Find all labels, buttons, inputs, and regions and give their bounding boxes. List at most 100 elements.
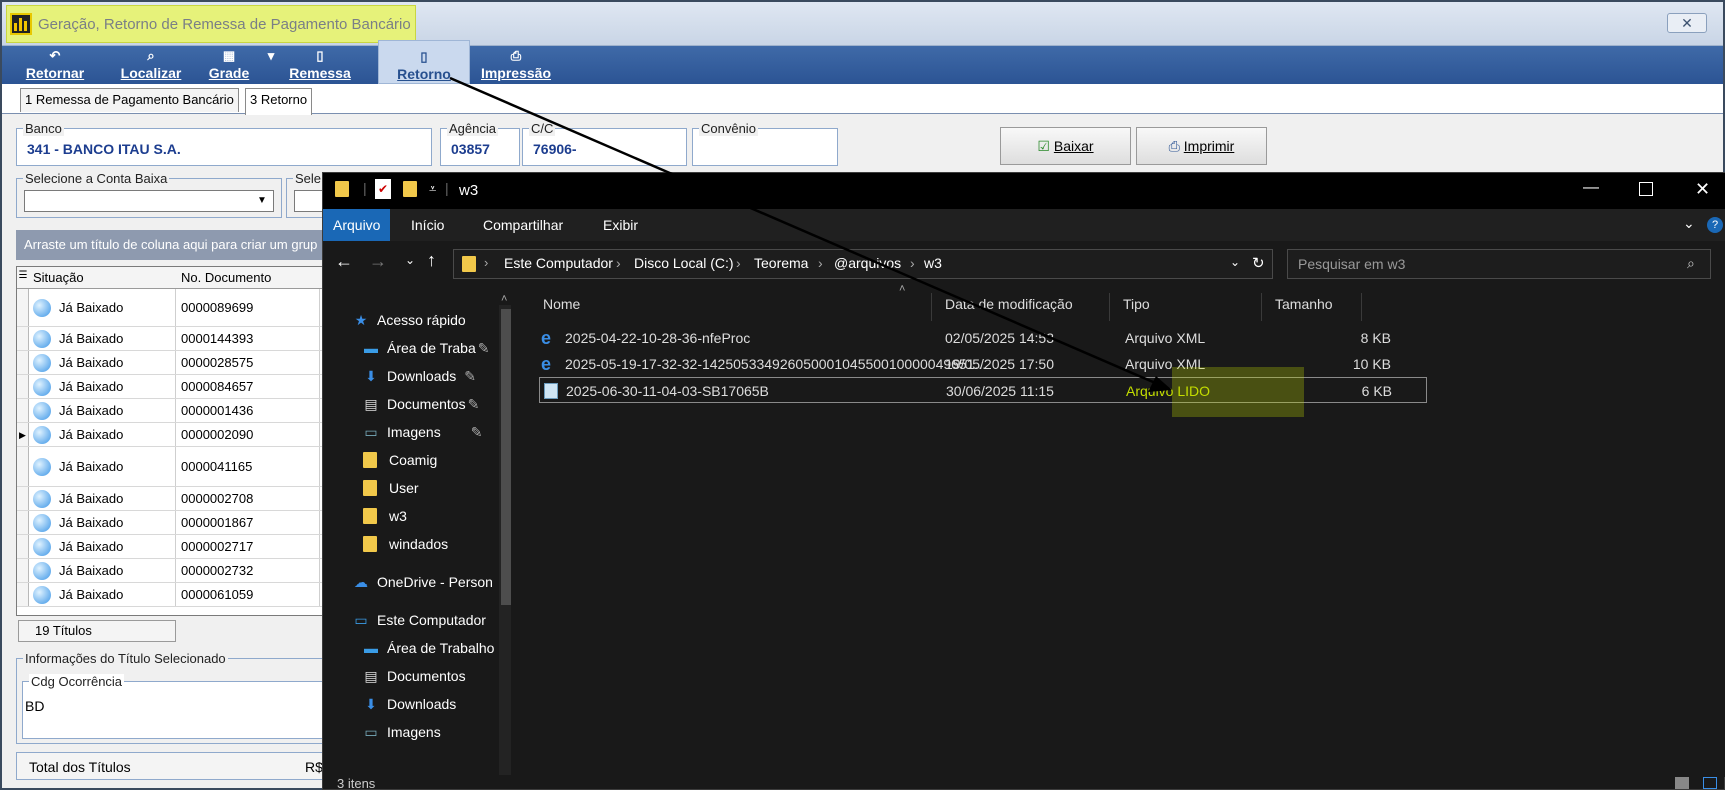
crumb-este-computador[interactable]: Este Computador	[504, 255, 613, 271]
col-tipo[interactable]: Tipo	[1123, 287, 1150, 321]
ribbon-tab-compartilhar[interactable]: Compartilhar	[473, 209, 573, 241]
grade-button[interactable]: ▦ Grade	[204, 46, 254, 84]
printer-icon: ⎙	[1168, 138, 1180, 154]
nav-scrollbar-thumb[interactable]	[501, 309, 511, 605]
cell-situacao: Já Baixado	[59, 539, 124, 554]
nav-documentos-2[interactable]: ▤ Documentos	[361, 663, 465, 689]
nav-coamig[interactable]: Coamig	[363, 447, 437, 473]
table-row[interactable]: Já Baixado 0000144393	[17, 327, 335, 351]
cdg-ocorrencia-field[interactable]: Cdg Ocorrência BD	[22, 674, 332, 739]
baixar-button[interactable]: ☑ Baixar	[1000, 127, 1131, 165]
table-row[interactable]: Já Baixado 0000002732	[17, 559, 335, 583]
col-documento[interactable]: No. Documento	[181, 270, 271, 285]
table-row[interactable]: Já Baixado 0000028575	[17, 351, 335, 375]
nav-w3[interactable]: w3	[363, 503, 407, 529]
back-icon[interactable]: ←	[335, 251, 353, 272]
nav-imagens-2[interactable]: ▭ Imagens	[361, 719, 440, 745]
minimize-icon[interactable]: —	[1583, 179, 1599, 197]
table-row[interactable]: Já Baixado 0000001867	[17, 511, 335, 535]
document-icon: ▯	[420, 49, 428, 64]
tab-strip: 1 Remessa de Pagamento Bancário 3 Retorn…	[2, 84, 1723, 115]
nav-imagens[interactable]: ▭ Imagens ✎	[361, 419, 482, 445]
nav-este-computador[interactable]: ▭ Este Computador	[351, 607, 486, 633]
search-icon: ⌕	[1687, 255, 1695, 271]
table-row[interactable]: Já Baixado 0000002708	[17, 487, 335, 511]
col-nome[interactable]: Nome	[543, 287, 580, 321]
new-folder-icon[interactable]	[403, 181, 417, 197]
table-row[interactable]: ▶ Já Baixado 0000002090	[17, 423, 335, 447]
forward-icon[interactable]: →	[369, 251, 387, 272]
ribbon-tab-inicio[interactable]: Início	[401, 209, 454, 241]
nav-area-trabalho-2[interactable]: ▬ Área de Trabalho	[361, 635, 494, 661]
table-row[interactable]: Já Baixado 0000084657	[17, 375, 335, 399]
ribbon-tab-arquivo[interactable]: Arquivo	[323, 209, 391, 241]
nav-user[interactable]: User	[363, 475, 419, 501]
refresh-icon[interactable]: ↻	[1252, 254, 1265, 272]
table-row[interactable]: Já Baixado 0000001436	[17, 399, 335, 423]
maximize-icon[interactable]	[1639, 182, 1653, 196]
nav-documentos[interactable]: ▤ Documentos ✎	[361, 391, 479, 417]
agencia-field[interactable]: Agência 03857	[440, 121, 520, 166]
cell-situacao: Já Baixado	[59, 355, 124, 370]
banco-field[interactable]: Banco 341 - BANCO ITAU S.A.	[16, 121, 432, 166]
nav-acesso-rapido[interactable]: ★ Acesso rápido	[351, 307, 466, 333]
cc-field[interactable]: C/C 76906-	[522, 121, 687, 166]
tab-retorno[interactable]: 3 Retorno	[245, 88, 313, 115]
scroll-up-icon[interactable]: ˄	[501, 293, 507, 305]
table-row[interactable]: Já Baixado 0000089699	[17, 289, 335, 327]
retornar-button[interactable]: ↶ Retornar	[20, 46, 90, 84]
crumb-disco-local[interactable]: Disco Local (C:)	[634, 255, 734, 271]
chevron-down-icon[interactable]: ⌄	[1230, 255, 1240, 269]
crumb-w3[interactable]: w3	[924, 255, 942, 271]
help-icon[interactable]: ?	[1707, 217, 1723, 233]
nav-downloads[interactable]: ⬇ Downloads ✎	[361, 363, 476, 389]
crumb-arquivos[interactable]: @arquivos	[834, 255, 901, 271]
large-icons-view-icon[interactable]	[1703, 777, 1717, 789]
tab-remessa[interactable]: 1 Remessa de Pagamento Bancário	[20, 88, 239, 112]
retorno-button[interactable]: ▯ Retorno	[378, 40, 470, 84]
localizar-button[interactable]: ⌕ Localizar	[114, 46, 188, 84]
table-row[interactable]: Já Baixado 0000002717	[17, 535, 335, 559]
app-title: Geração, Retorno de Remessa de Pagamento…	[38, 16, 411, 33]
image-icon: ▭	[364, 724, 378, 740]
close-button[interactable]: ✕	[1667, 13, 1707, 33]
table-row[interactable]: Já Baixado 0000041165	[17, 447, 335, 487]
properties-icon[interactable]: ✔	[375, 179, 391, 199]
ie-xml-icon: e	[541, 328, 552, 348]
column-chooser-icon[interactable]: ☰	[17, 270, 29, 281]
cell-documento: 0000002732	[181, 563, 254, 578]
nav-onedrive[interactable]: ☁ OneDrive - Person	[351, 569, 493, 595]
grade-dropdown-arrow[interactable]: ▾	[264, 46, 278, 84]
close-icon[interactable]: ✕	[1695, 179, 1710, 200]
chevron-down-icon[interactable]: ⌄	[1683, 215, 1695, 232]
file-explorer-window: | ✔ ⩡ | w3 — ✕ Arquivo Início Compartilh…	[322, 172, 1725, 791]
document-icon: ▤	[364, 668, 378, 684]
row-indicator	[17, 375, 29, 398]
status-globe-icon	[33, 426, 51, 444]
imprimir-button[interactable]: ⎙ Imprimir	[1136, 127, 1267, 165]
col-tamanho[interactable]: Tamanho	[1275, 287, 1333, 321]
address-bar[interactable]: › Este Computador › Disco Local (C:) › T…	[453, 249, 1273, 279]
remessa-button[interactable]: ▯ Remessa	[284, 46, 356, 84]
convenio-field[interactable]: Convênio	[692, 121, 838, 166]
status-globe-icon	[33, 299, 51, 317]
impressao-button[interactable]: ⎙ Impressão	[476, 46, 556, 84]
details-view-icon[interactable]	[1675, 777, 1689, 789]
row-indicator	[17, 535, 29, 558]
table-row[interactable]: Já Baixado 0000061059	[17, 583, 335, 607]
nav-area-trabalho[interactable]: ▬ Área de Traba ✎	[361, 335, 489, 361]
col-situacao[interactable]: Situação	[33, 270, 84, 285]
conta-baixa-select[interactable]: ▼	[24, 190, 274, 212]
up-icon[interactable]: ↑	[427, 250, 436, 271]
nav-windados[interactable]: windados	[363, 531, 448, 557]
cell-situacao: Já Baixado	[59, 515, 124, 530]
customize-icon[interactable]: ⩡	[429, 181, 436, 197]
crumb-teorema[interactable]: Teorema	[754, 255, 808, 271]
search-input[interactable]: Pesquisar em w3	[1287, 249, 1711, 279]
nav-downloads-2[interactable]: ⬇ Downloads	[361, 691, 456, 717]
file-row[interactable]: e 2025-04-22-10-28-36-nfeProc 02/05/2025 1…	[539, 325, 1427, 351]
recent-locations-icon[interactable]: ⌄	[405, 253, 415, 267]
col-data[interactable]: Data de modificação	[945, 287, 1073, 321]
ribbon-tab-exibir[interactable]: Exibir	[593, 209, 648, 241]
folder-icon	[335, 181, 349, 197]
